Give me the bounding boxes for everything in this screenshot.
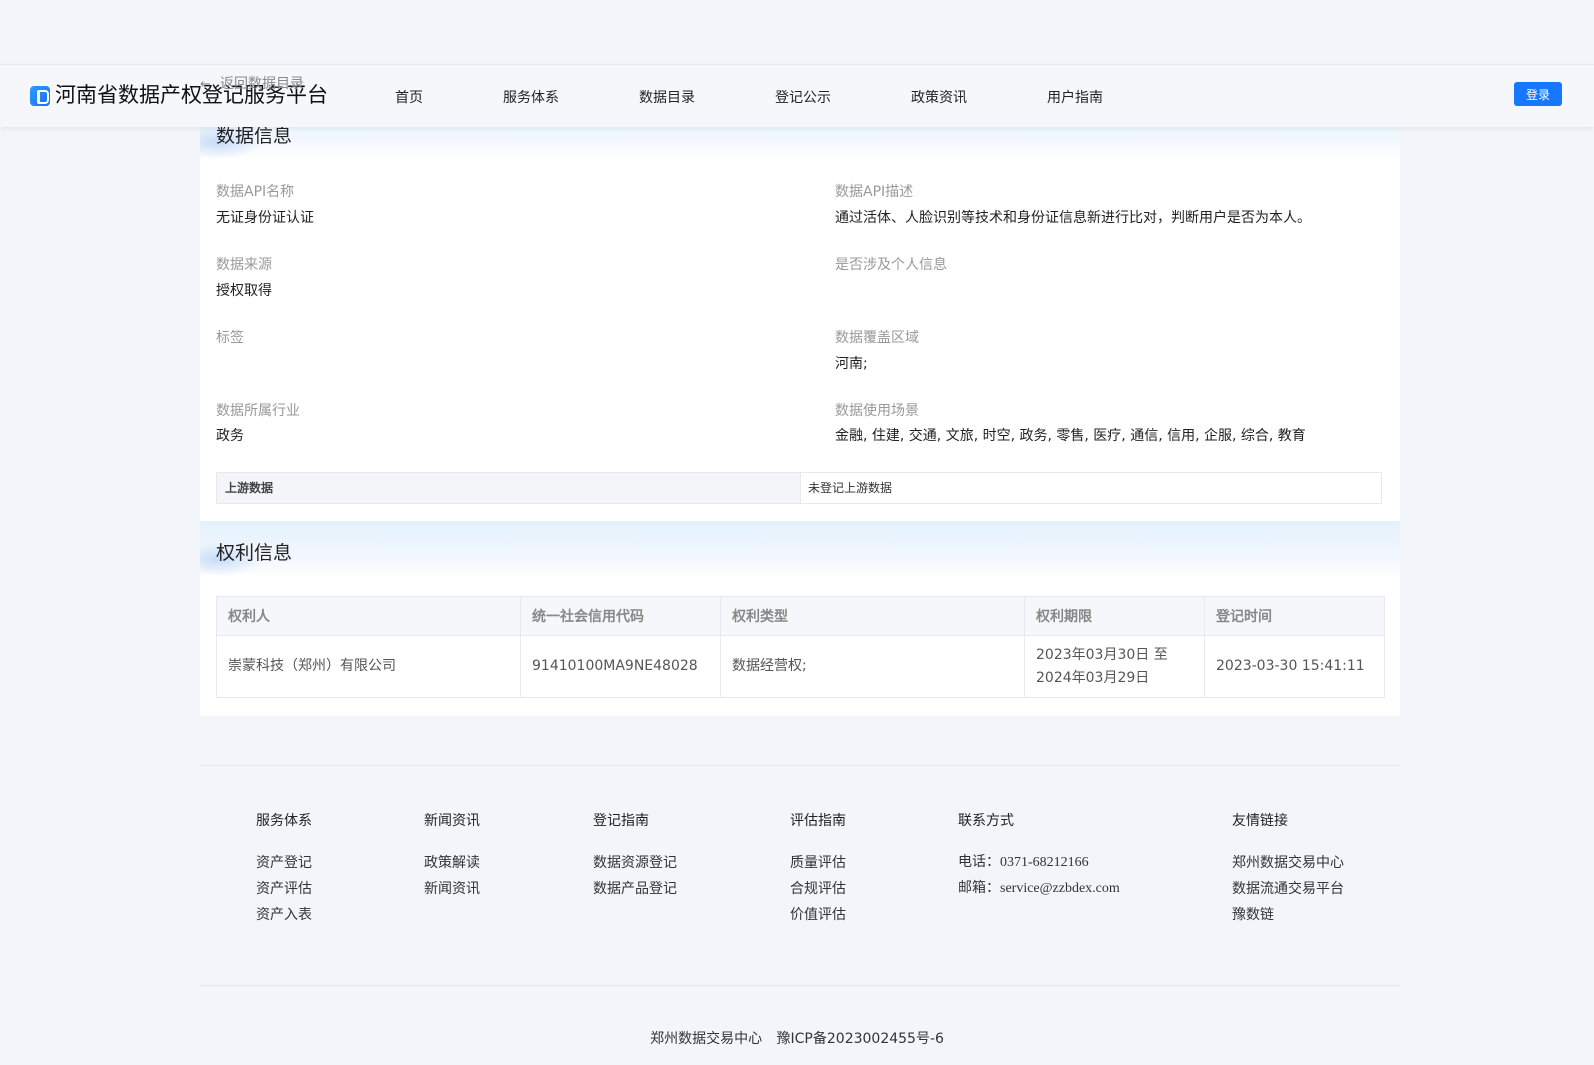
api-desc-value: 通过活体、人脸识别等技术和身份证信息新进行比对，判断用户是否为本人。	[835, 210, 1311, 226]
nav-policy-news[interactable]: 政策资讯	[911, 87, 967, 107]
nav-registration-notice[interactable]: 登记公示	[775, 87, 831, 107]
footer-link-yushulian[interactable]: 豫数链	[1232, 902, 1344, 928]
footer-col-title: 评估指南	[790, 813, 846, 829]
top-navbar: ← 返回数据目录 河南省数据产权登记服务平台 首页 服务体系 数据目录 登记公示 …	[0, 64, 1594, 127]
footer-col-service: 服务体系 资产登记 资产评估 资产入表	[256, 810, 312, 928]
footer-col-title: 登记指南	[593, 813, 649, 829]
tags-label: 标签	[216, 330, 244, 346]
nav-home[interactable]: 首页	[395, 87, 423, 107]
footer-col-title: 友情链接	[1232, 813, 1288, 829]
column-header: 统一社会信用代码	[520, 596, 721, 636]
footer-col-evaluation-guide: 评估指南 质量评估 合规评估 价值评估	[790, 810, 846, 928]
footer-col-friend-links: 友情链接 郑州数据交易中心 数据流通交易平台 豫数链	[1232, 810, 1344, 928]
footer-link-quality-evaluation[interactable]: 质量评估	[790, 850, 846, 876]
contact-phone: 电话：0371-68212166	[958, 855, 1089, 870]
copyright-bar: 郑州数据交易中心 豫ICP备2023002455号-6	[0, 1028, 1594, 1048]
usage-scenario-value: 金融, 住建, 交通, 文旅, 时空, 政务, 零售, 医疗, 通信, 信用, …	[835, 428, 1306, 444]
data-source-value: 授权取得	[216, 283, 272, 299]
footer-link-zhengzhou-exchange[interactable]: 郑州数据交易中心	[1232, 850, 1344, 876]
nav-user-guide[interactable]: 用户指南	[1047, 87, 1103, 107]
detail-card: 数据信息 数据API名称 无证身份证认证 数据API描述 通过活体、人脸识别等技…	[200, 104, 1400, 716]
column-header: 登记时间	[1204, 596, 1385, 636]
footer-col-news: 新闻资讯 政策解读 新闻资讯	[424, 810, 480, 902]
footer-link-circulation-platform[interactable]: 数据流通交易平台	[1232, 876, 1344, 902]
table-row: 崇蒙科技（郑州）有限公司 91410100MA9NE48028 数据经营权; 2…	[216, 635, 1385, 698]
column-header: 权利人	[216, 596, 521, 636]
registration-time-cell: 2023-03-30 15:41:11	[1204, 635, 1385, 698]
arrow-left-icon: ←	[200, 77, 211, 92]
api-name-label: 数据API名称	[216, 184, 295, 200]
column-header: 权利类型	[720, 596, 1025, 636]
footer-link-value-evaluation[interactable]: 价值评估	[790, 902, 846, 928]
footer-link-data-product-registration[interactable]: 数据产品登记	[593, 876, 677, 902]
upstream-data-row: 上游数据 未登记上游数据	[216, 472, 1382, 504]
api-desc-label: 数据API描述	[835, 184, 914, 200]
table-header-row: 权利人 统一社会信用代码 权利类型 权利期限 登记时间	[216, 596, 1385, 636]
industry-value: 政务	[216, 428, 244, 444]
nav-service-system[interactable]: 服务体系	[503, 87, 559, 107]
rights-info-title: 权利信息	[216, 542, 293, 564]
footer-link-asset-evaluation[interactable]: 资产评估	[256, 876, 312, 902]
rights-table: 权利人 统一社会信用代码 权利类型 权利期限 登记时间 崇蒙科技（郑州）有限公司…	[216, 596, 1385, 698]
footer-divider-top	[200, 765, 1400, 766]
footer-link-news[interactable]: 新闻资讯	[424, 876, 480, 902]
api-name-value: 无证身份证认证	[216, 210, 314, 226]
footer-divider-bottom	[200, 985, 1400, 986]
nav-data-catalog[interactable]: 数据目录	[639, 87, 695, 107]
data-source-label: 数据来源	[216, 257, 272, 273]
footer-link-data-resource-registration[interactable]: 数据资源登记	[593, 850, 677, 876]
footer-link-policy-interpretation[interactable]: 政策解读	[424, 850, 480, 876]
contact-email[interactable]: 邮箱：service@zzbdex.com	[958, 876, 1120, 902]
footer-col-registration-guide: 登记指南 数据资源登记 数据产品登记	[593, 810, 677, 902]
column-header: 权利期限	[1024, 596, 1205, 636]
rights-type-cell: 数据经营权;	[720, 635, 1025, 698]
rights-term-cell: 2023年03月30日 至 2024年03月29日	[1024, 635, 1205, 698]
back-to-catalog-link[interactable]: ← 返回数据目录	[200, 73, 304, 93]
rights-holder-cell: 崇蒙科技（郑州）有限公司	[216, 635, 521, 698]
copyright-org: 郑州数据交易中心	[650, 1031, 763, 1047]
personal-info-label: 是否涉及个人信息	[835, 257, 947, 273]
footer-link-asset-booking[interactable]: 资产入表	[256, 902, 312, 928]
rights-info-header: 权利信息	[200, 521, 1400, 579]
footer-link-compliance-evaluation[interactable]: 合规评估	[790, 876, 846, 902]
footer-col-title: 服务体系	[256, 813, 312, 829]
upstream-data-label: 上游数据	[217, 473, 801, 503]
coverage-area-value: 河南;	[835, 356, 868, 372]
credit-code-cell: 91410100MA9NE48028	[520, 635, 721, 698]
footer-col-title: 联系方式	[958, 813, 1014, 829]
platform-logo-icon[interactable]	[30, 86, 50, 106]
industry-label: 数据所属行业	[216, 403, 300, 419]
upstream-data-value: 未登记上游数据	[808, 481, 893, 495]
footer-col-title: 新闻资讯	[424, 813, 480, 829]
icp-number[interactable]: 豫ICP备2023002455号-6	[777, 1031, 944, 1047]
login-button[interactable]: 登录	[1514, 82, 1562, 106]
footer-link-asset-registration[interactable]: 资产登记	[256, 850, 312, 876]
coverage-area-label: 数据覆盖区域	[835, 330, 919, 346]
footer-col-contact: 联系方式 电话：0371-68212166 邮箱：service@zzbdex.…	[958, 810, 1120, 902]
usage-scenario-label: 数据使用场景	[835, 403, 919, 419]
